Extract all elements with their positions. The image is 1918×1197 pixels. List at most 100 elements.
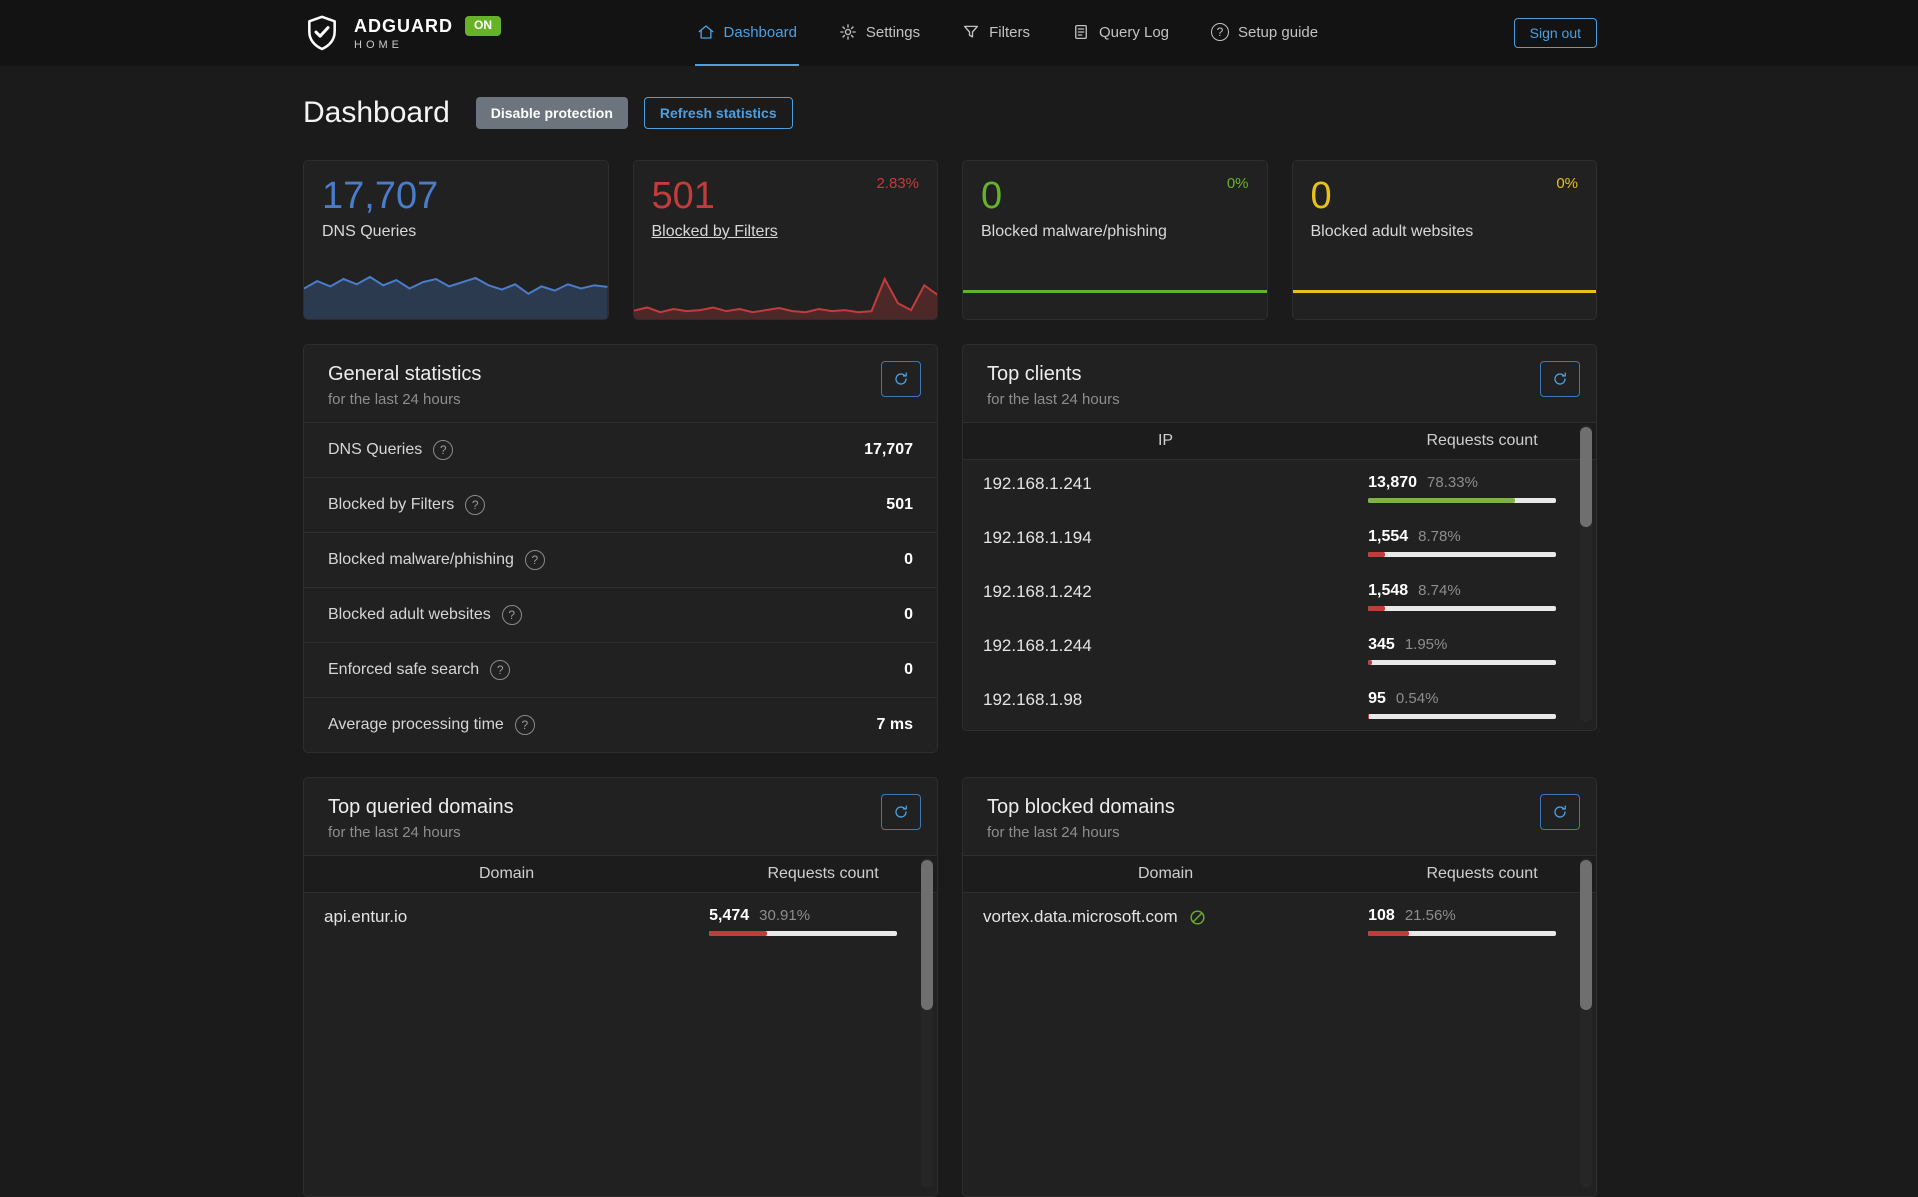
top-navbar: ADGUARD ON HOME Dashboard Settings — [0, 0, 1918, 66]
help-icon[interactable] — [525, 550, 545, 570]
client-row: 192.168.1.194 1,554 8.78% — [963, 514, 1596, 568]
panel-title: Top queried domains — [328, 796, 913, 819]
scrollbar-track[interactable] — [1580, 858, 1592, 1188]
panel-subtitle: for the last 24 hours — [987, 391, 1572, 408]
stat-row: Average processing time 7 ms — [304, 697, 937, 752]
table-header: IP Requests count — [963, 422, 1596, 460]
tracker-blocked-icon — [1188, 908, 1207, 927]
stat-label: DNS Queries — [328, 441, 422, 459]
panel-title: Top clients — [987, 363, 1572, 386]
nav-label: Settings — [866, 24, 920, 41]
client-ip[interactable]: 192.168.1.241 — [983, 474, 1092, 494]
sign-out-button[interactable]: Sign out — [1514, 18, 1597, 48]
disable-protection-button[interactable]: Disable protection — [476, 97, 628, 129]
dashboard-page: Dashboard Disable protection Refresh sta… — [303, 96, 1597, 1197]
panel-subtitle: for the last 24 hours — [328, 824, 913, 841]
scrollbar-thumb[interactable] — [1580, 860, 1592, 1010]
refresh-icon — [1552, 371, 1568, 387]
client-ip[interactable]: 192.168.1.194 — [983, 528, 1092, 548]
progress-fill — [1368, 498, 1515, 503]
help-icon[interactable] — [465, 495, 485, 515]
stat-row: DNS Queries 17,707 — [304, 422, 937, 477]
requests-count: 95 — [1368, 690, 1386, 707]
client-ip[interactable]: 192.168.1.244 — [983, 636, 1092, 656]
card-value: 0 — [981, 176, 1249, 218]
refresh-statistics-button[interactable]: Refresh statistics — [644, 97, 793, 129]
stat-row: Blocked malware/phishing 0 — [304, 532, 937, 587]
blocked-filters-sparkline — [634, 257, 938, 319]
help-icon[interactable] — [502, 605, 522, 625]
gear-icon — [839, 23, 857, 41]
nav-item-settings[interactable]: Settings — [837, 0, 922, 66]
card-value: 17,707 — [322, 176, 590, 218]
scrollbar-thumb[interactable] — [1580, 427, 1592, 527]
card-percent: 0% — [1556, 175, 1578, 192]
stat-value: 501 — [886, 496, 913, 514]
general-statistics-rows: DNS Queries 17,707 Blocked by Filters 50… — [304, 422, 937, 752]
stat-cards-row: 17,707 DNS Queries 2.83% 501 Blocked by … — [303, 160, 1597, 320]
nav-label: Dashboard — [724, 24, 797, 41]
progress-fill — [1368, 714, 1369, 719]
refresh-panel-button[interactable] — [1540, 794, 1580, 830]
domain-name[interactable]: vortex.data.microsoft.com — [983, 907, 1178, 927]
progress-fill — [1368, 606, 1384, 611]
domain-name[interactable]: api.entur.io — [324, 907, 407, 927]
client-ip[interactable]: 192.168.1.242 — [983, 582, 1092, 602]
scrollbar-track[interactable] — [1580, 425, 1592, 722]
progress-bar — [1368, 714, 1556, 719]
refresh-panel-button[interactable] — [1540, 361, 1580, 397]
top-blocked-domains-panel: Top blocked domains for the last 24 hour… — [962, 777, 1597, 1197]
stat-label: Average processing time — [328, 716, 504, 734]
top-blocked-rows: vortex.data.microsoft.com 10821.56% — [963, 893, 1596, 947]
progress-bar — [1368, 498, 1556, 503]
stat-card-blocked-by-filters: 2.83% 501 Blocked by Filters — [633, 160, 939, 320]
adguard-home-logo[interactable]: ADGUARD ON HOME — [303, 12, 501, 54]
client-row: 192.168.1.244 3451.95% — [963, 622, 1596, 676]
column-header-domain: Domain — [963, 865, 1368, 883]
nav-item-filters[interactable]: Filters — [960, 0, 1032, 66]
nav-item-dashboard[interactable]: Dashboard — [695, 0, 799, 66]
progress-fill — [1368, 660, 1372, 665]
column-header-ip: IP — [963, 432, 1368, 450]
requests-percent: 8.78% — [1418, 528, 1461, 545]
requests-percent: 1.95% — [1405, 636, 1448, 653]
panel-subtitle: for the last 24 hours — [328, 391, 913, 408]
help-icon[interactable] — [490, 660, 510, 680]
requests-count: 13,870 — [1368, 474, 1417, 491]
panel-title: General statistics — [328, 363, 913, 386]
column-header-domain: Domain — [304, 865, 709, 883]
refresh-panel-button[interactable] — [881, 794, 921, 830]
scrollbar-track[interactable] — [921, 858, 933, 1188]
scrollbar-thumb[interactable] — [921, 860, 933, 1010]
stat-card-blocked-adult: 0% 0 Blocked adult websites — [1292, 160, 1598, 320]
general-statistics-panel: General statistics for the last 24 hours… — [303, 344, 938, 753]
client-ip[interactable]: 192.168.1.98 — [983, 690, 1082, 710]
column-header-requests: Requests count — [709, 865, 937, 883]
progress-bar — [1368, 552, 1556, 557]
help-icon[interactable] — [433, 440, 453, 460]
blocked-by-filters-link[interactable]: Blocked by Filters — [652, 223, 778, 241]
nav-label: Query Log — [1099, 24, 1169, 41]
domain-row: api.entur.io 5,47430.91% — [304, 893, 937, 947]
stat-row: Blocked by Filters 501 — [304, 477, 937, 532]
client-row: 192.168.1.98 950.54% — [963, 676, 1596, 730]
card-label: Blocked adult websites — [1311, 223, 1474, 241]
client-row: 192.168.1.242 1,5488.74% — [963, 568, 1596, 622]
help-icon[interactable] — [515, 715, 535, 735]
question-circle-icon — [1211, 23, 1229, 41]
domain-row: vortex.data.microsoft.com 10821.56% — [963, 893, 1596, 947]
card-percent: 0% — [1227, 175, 1249, 192]
nav-label: Setup guide — [1238, 24, 1318, 41]
top-queried-domains-panel: Top queried domains for the last 24 hour… — [303, 777, 938, 1197]
top-queried-rows: api.entur.io 5,47430.91% — [304, 893, 937, 947]
stat-value: 0 — [904, 551, 913, 569]
nav-item-query-log[interactable]: Query Log — [1070, 0, 1171, 66]
nav-item-setup-guide[interactable]: Setup guide — [1209, 0, 1320, 66]
refresh-panel-button[interactable] — [881, 361, 921, 397]
progress-fill — [1368, 931, 1409, 936]
protection-status-badge: ON — [465, 16, 501, 36]
card-value: 0 — [1311, 176, 1579, 218]
adult-flat-sparkline — [1293, 290, 1597, 293]
malware-flat-sparkline — [963, 290, 1267, 293]
requests-count: 1,554 — [1368, 528, 1408, 545]
